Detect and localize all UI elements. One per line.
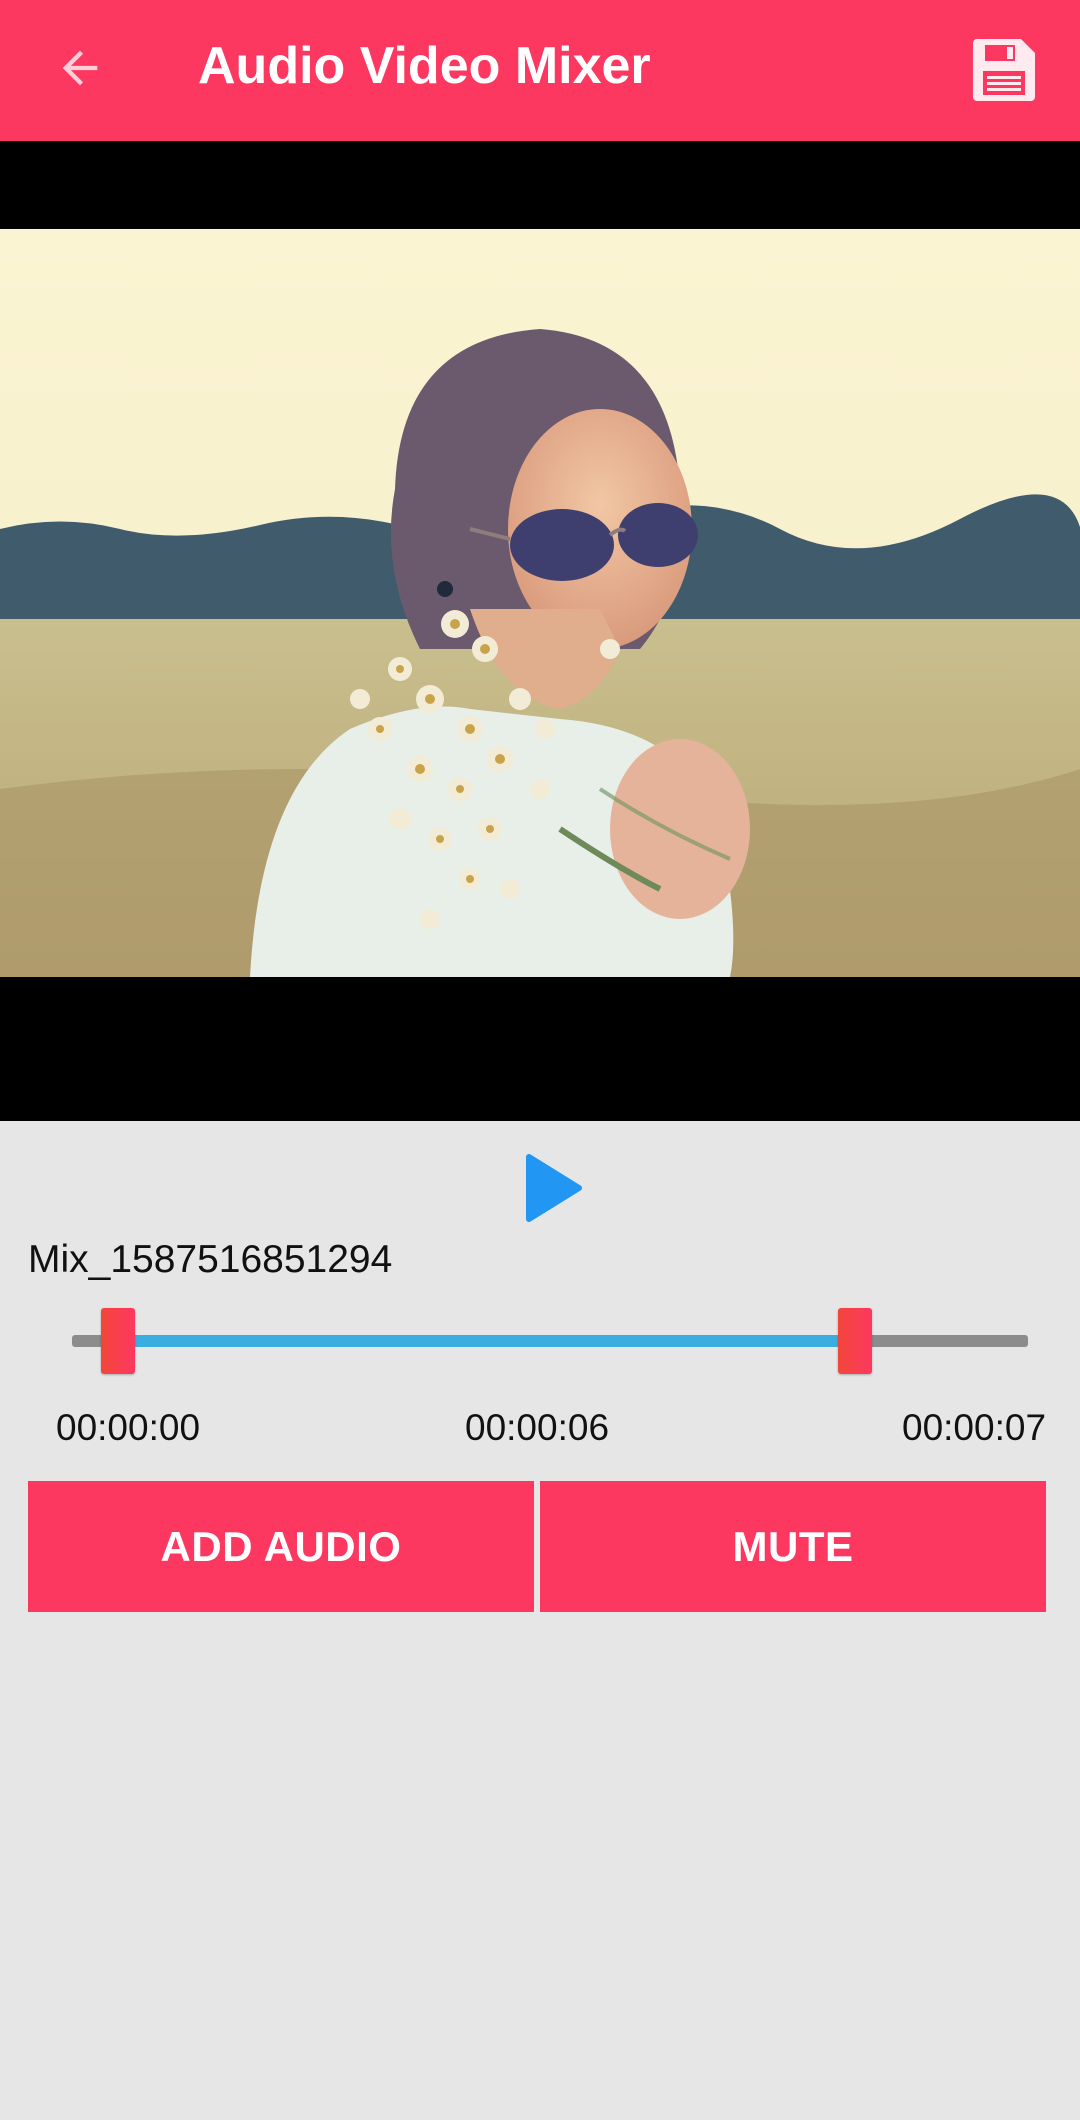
video-frame (0, 229, 1080, 977)
app-bar: Audio Video Mixer (0, 0, 1080, 141)
trim-selected-range (118, 1335, 854, 1347)
save-button[interactable] (962, 28, 1046, 112)
end-time-label: 00:00:07 (902, 1407, 1047, 1448)
back-button[interactable] (40, 28, 120, 108)
file-name: Mix_1587516851294 (28, 1238, 393, 1281)
trim-end-handle[interactable] (838, 1308, 872, 1374)
save-icon (973, 39, 1035, 101)
video-player[interactable] (0, 141, 1080, 1121)
play-button[interactable] (515, 1148, 591, 1228)
trim-start-handle[interactable] (101, 1308, 135, 1374)
mute-button[interactable]: MUTE (540, 1481, 1046, 1612)
app-title: Audio Video Mixer (198, 37, 651, 95)
play-icon (526, 1154, 582, 1222)
start-time-label: 00:00:00 (56, 1407, 201, 1448)
arrow-back-icon (62, 50, 98, 86)
current-time-label: 00:00:06 (465, 1407, 610, 1448)
add-audio-button[interactable]: ADD AUDIO (28, 1481, 534, 1612)
